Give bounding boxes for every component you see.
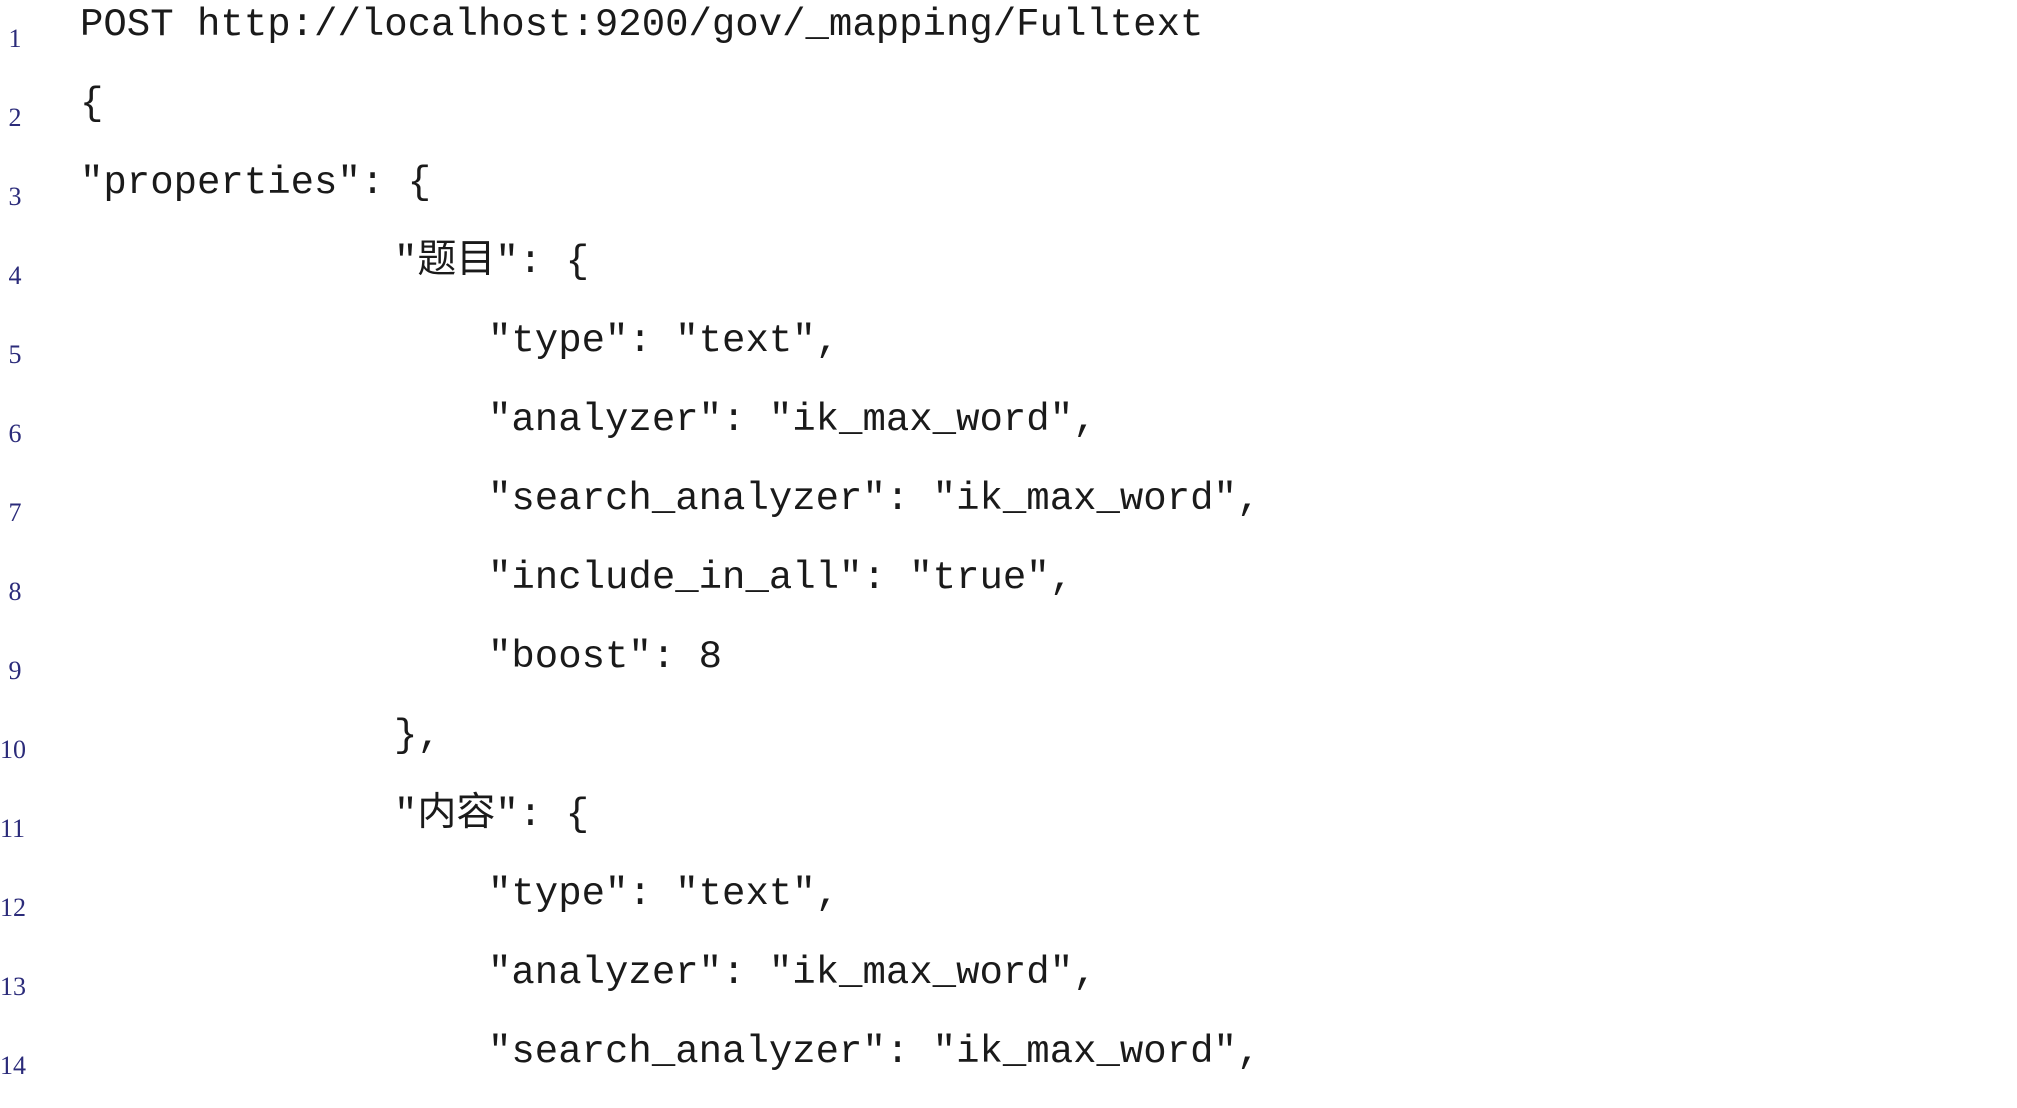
line-text: "type": "text",	[488, 319, 840, 363]
line-number: 2	[8, 103, 22, 132]
line-text: "题目": {	[394, 240, 590, 284]
line-number: 11	[0, 814, 26, 843]
line-text: },	[394, 714, 441, 758]
line-number: 9	[8, 656, 22, 685]
code-line: 1 POST http://localhost:9200/gov/_mappin…	[0, 2, 2017, 81]
line-number: 3	[8, 182, 22, 211]
line-number: 14	[0, 1051, 26, 1080]
line-text: "内容": {	[394, 793, 590, 837]
line-text: "analyzer": "ik_max_word",	[488, 398, 1097, 442]
code-line: 3 "properties": {	[0, 160, 2017, 239]
line-number: 10	[0, 735, 26, 764]
line-number: 4	[8, 261, 22, 290]
line-text: "boost": 8	[488, 635, 723, 679]
code-line: 12 "type": "text",	[0, 871, 2017, 950]
code-line: 14 "search_analyzer": "ik_max_word",	[0, 1029, 2017, 1108]
code-line: 6 "analyzer": "ik_max_word",	[0, 397, 2017, 476]
code-line: 8 "include_in_all": "true",	[0, 555, 2017, 634]
code-listing: 1 POST http://localhost:9200/gov/_mappin…	[0, 0, 2017, 1094]
code-line: 5 "type": "text",	[0, 318, 2017, 397]
code-line: 2 {	[0, 81, 2017, 160]
line-text: {	[80, 82, 104, 126]
code-line: 10 },	[0, 713, 2017, 792]
line-number: 13	[0, 972, 26, 1001]
line-number: 12	[0, 893, 26, 922]
line-text: "analyzer": "ik_max_word",	[488, 951, 1097, 995]
code-line: 7 "search_analyzer": "ik_max_word",	[0, 476, 2017, 555]
line-text: "search_analyzer": "ik_max_word",	[488, 477, 1261, 521]
line-text: POST http://localhost:9200/gov/_mapping/…	[80, 3, 1204, 47]
line-text: "search_analyzer": "ik_max_word",	[488, 1030, 1261, 1074]
line-number: 7	[8, 498, 22, 527]
code-line: 4 "题目": {	[0, 239, 2017, 318]
line-text: "include_in_all": "true",	[488, 556, 1074, 600]
line-text: "type": "text",	[488, 872, 840, 916]
code-line: 9 "boost": 8	[0, 634, 2017, 713]
line-number: 8	[8, 577, 22, 606]
code-line: 13 "analyzer": "ik_max_word",	[0, 950, 2017, 1029]
line-text: "properties": {	[80, 161, 432, 205]
line-number: 6	[8, 419, 22, 448]
line-number: 5	[8, 340, 22, 369]
line-number: 1	[8, 24, 22, 53]
code-line: 11 "内容": {	[0, 792, 2017, 871]
